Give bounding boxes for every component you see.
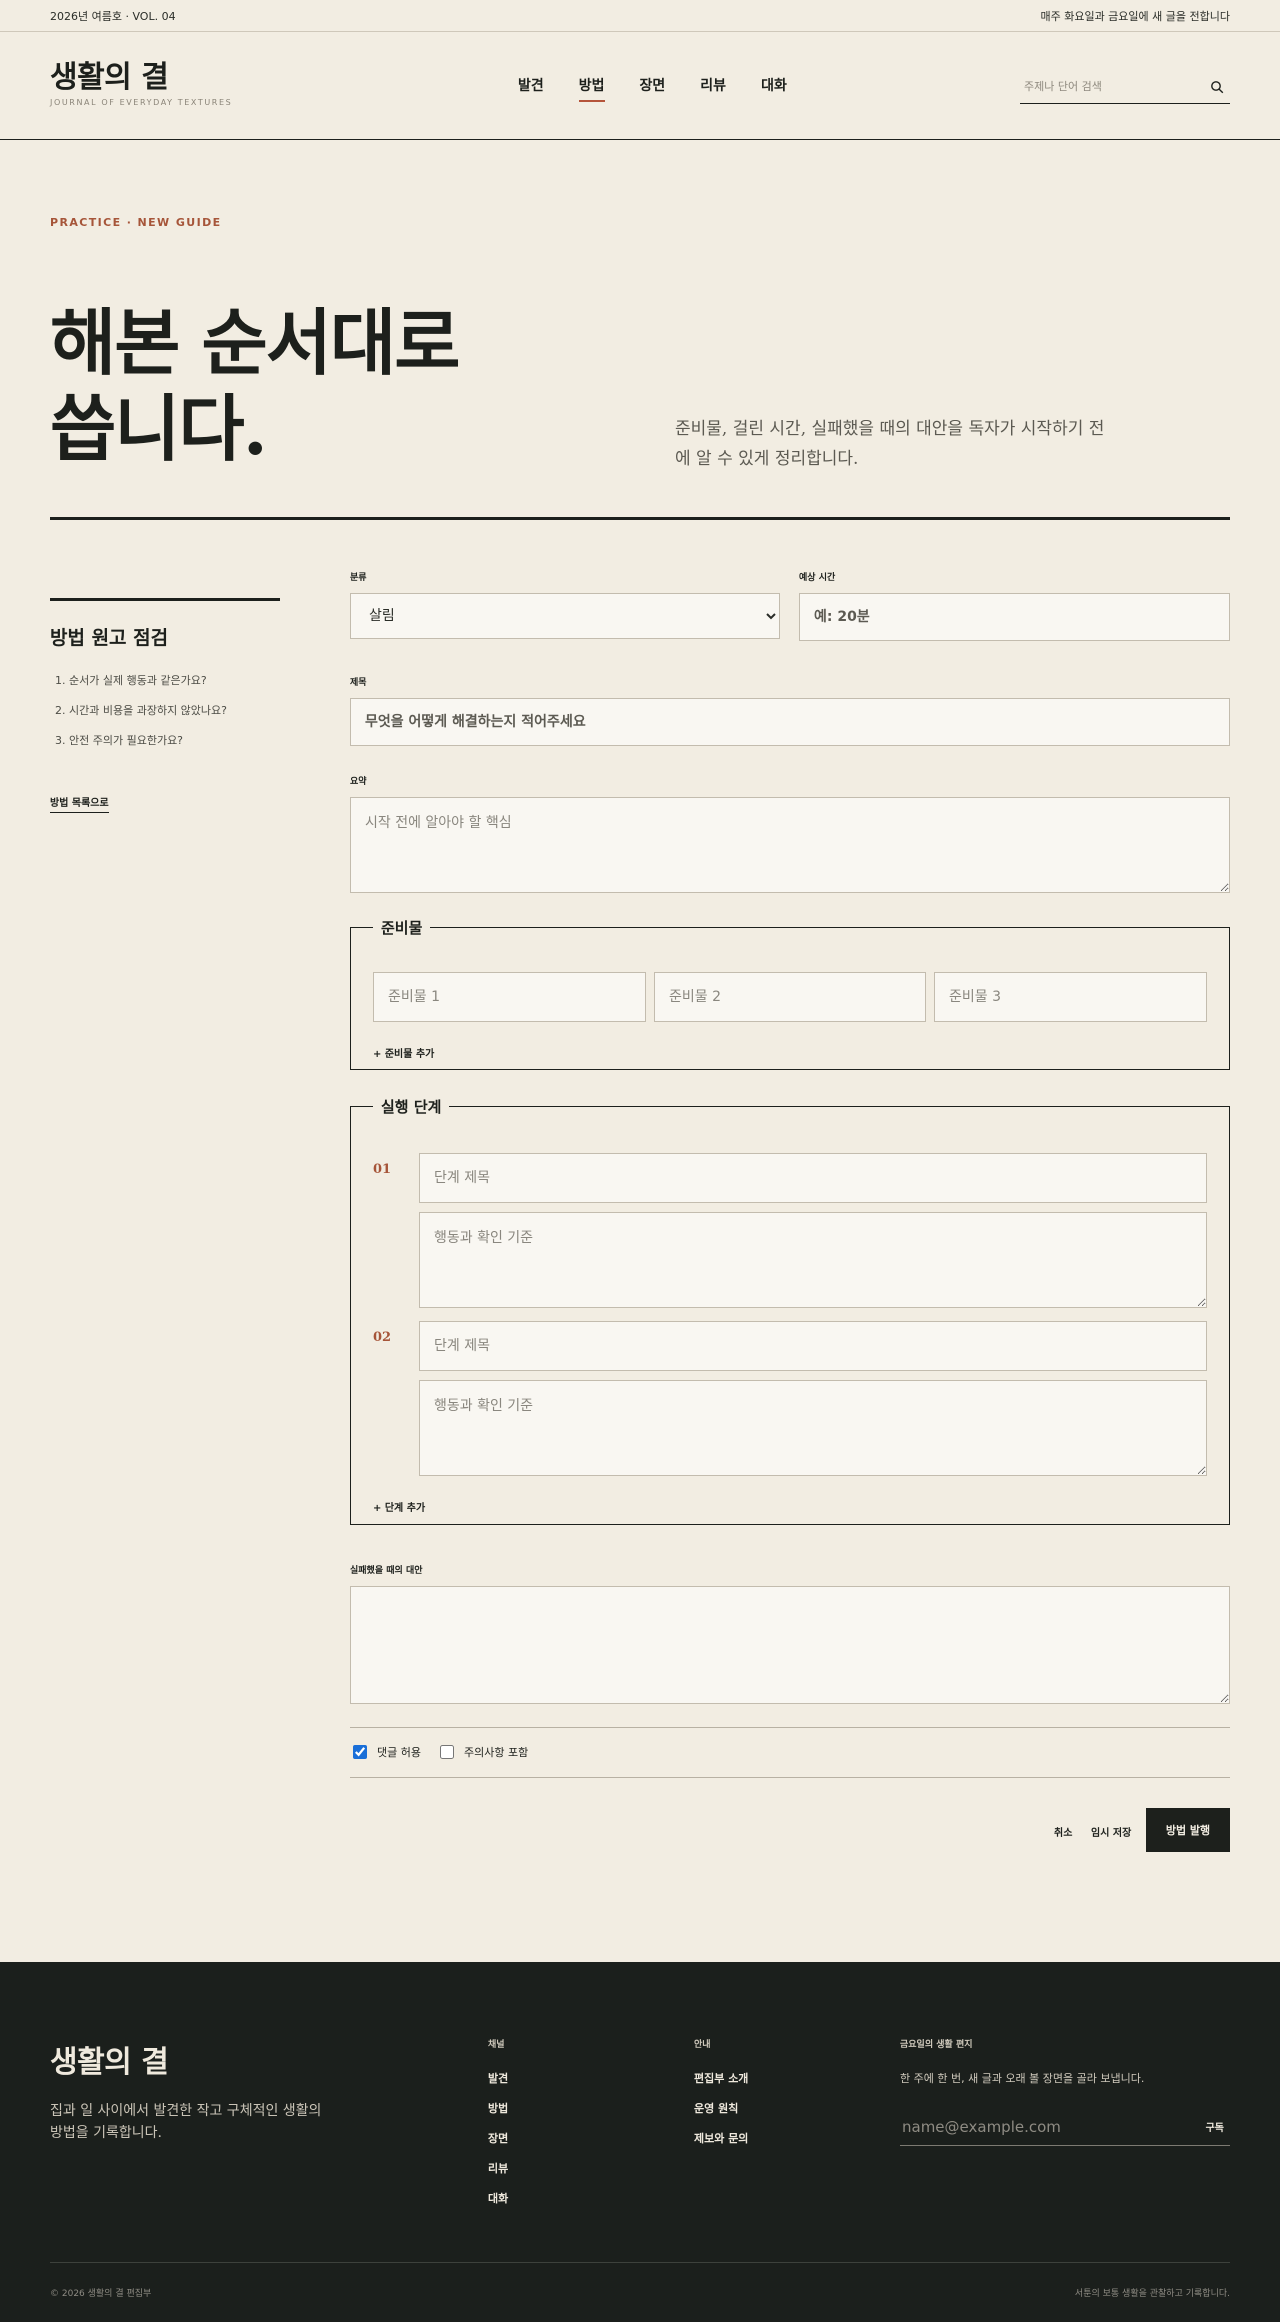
category-label: 분류 (350, 573, 367, 583)
fallback-label: 실패했을 때의 대안 (350, 1566, 423, 1576)
footer-link-method[interactable]: 방법 (488, 2100, 508, 2116)
step-title-input[interactable] (419, 1153, 1207, 1203)
schedule-label: 매주 화요일과 금요일에 새 글을 전합니다 (1040, 9, 1230, 23)
materials-fieldset: 준비물 + 준비물 추가 (350, 917, 1230, 1070)
summary-textarea[interactable] (350, 797, 1230, 893)
footer-channels: 채널 발견 방법 장면 리뷰 대화 (488, 2037, 508, 2220)
review-sidebar: 방법 원고 점검 1. 순서가 실제 행동과 같은가요? 2. 시간과 비용을 … (50, 598, 280, 813)
footer-link-about[interactable]: 편집부 소개 (694, 2070, 748, 2086)
add-material-button[interactable]: + 준비물 추가 (373, 1045, 434, 1060)
footer-description: 집과 일 사이에서 발견한 작고 구체적인 생활의 방법을 기록합니다. (50, 2103, 322, 2141)
search-icon[interactable] (1210, 80, 1224, 94)
checklist-item: 3. 안전 주의가 필요한가요? (55, 734, 184, 747)
time-input[interactable] (799, 593, 1230, 641)
fallback-textarea[interactable] (350, 1586, 1230, 1704)
footer-channels-heading: 채널 (488, 2040, 505, 2050)
allow-comments-checkbox[interactable] (353, 1745, 367, 1759)
main-nav: 발견 방법 장면 리뷰 대화 (518, 75, 787, 102)
footer-link-discover[interactable]: 발견 (488, 2070, 508, 2086)
footer-link-review[interactable]: 리뷰 (488, 2160, 508, 2176)
logo-subtitle: JOURNAL OF EVERYDAY TEXTURES (50, 98, 233, 107)
step-title-input[interactable] (419, 1321, 1207, 1371)
site-footer: 생활의 결 집과 일 사이에서 발견한 작고 구체적인 생활의 방법을 기록합니… (0, 1962, 1280, 2322)
save-draft-button[interactable]: 임시 저장 (1091, 1824, 1131, 1839)
nav-item-scene[interactable]: 장면 (640, 75, 666, 95)
add-step-button[interactable]: + 단계 추가 (373, 1499, 425, 1514)
back-to-list-link[interactable]: 방법 목록으로 (50, 794, 109, 813)
hero-eyebrow: PRACTICE · NEW GUIDE (50, 216, 222, 229)
nav-item-review[interactable]: 리뷰 (700, 75, 726, 95)
hero-title: 해본 순서대로 씁니다. (50, 300, 461, 472)
category-group: 분류 살림 (350, 570, 780, 639)
material-input-1[interactable] (373, 972, 646, 1022)
options-divider-bottom (350, 1777, 1230, 1778)
review-checklist: 1. 순서가 실제 행동과 같은가요? 2. 시간과 비용을 과장하지 않았나요… (55, 672, 280, 748)
allow-comments-label: 댓글 허용 (377, 1746, 421, 1759)
footer-info: 안내 편집부 소개 운영 원칙 제보와 문의 (694, 2037, 748, 2160)
material-input-2[interactable] (654, 972, 926, 1022)
hero-divider (50, 517, 1230, 520)
footer-copyright: © 2026 생활의 결 편집부 (50, 2289, 152, 2299)
issue-label: 2026년 여름호 · VOL. 04 (50, 9, 176, 23)
allow-comments-option[interactable]: 댓글 허용 (353, 1744, 421, 1760)
fallback-group: 실패했을 때의 대안 (350, 1563, 1230, 1704)
time-group: 예상 시간 (799, 570, 1230, 641)
newsletter-description: 한 주에 한 번, 새 글과 오래 볼 장면을 골라 보냅니다. (900, 2072, 1145, 2085)
summary-group: 요약 (350, 774, 1230, 893)
cancel-button[interactable]: 취소 (1054, 1824, 1072, 1839)
site-header: 생활의 결 JOURNAL OF EVERYDAY TEXTURES 발견 방법… (0, 32, 1280, 140)
step-number: 01 (373, 1162, 392, 1177)
nav-item-discover[interactable]: 발견 (518, 75, 544, 95)
search-input[interactable] (1020, 79, 1200, 94)
include-caution-label: 주의사항 포함 (464, 1746, 529, 1759)
sidebar-title: 방법 원고 점검 (50, 627, 169, 649)
subscribe-button[interactable]: 구독 (1206, 2119, 1224, 2134)
step-body-textarea[interactable] (419, 1380, 1207, 1476)
checklist-item: 2. 시간과 비용을 과장하지 않았나요? (55, 704, 227, 717)
time-label: 예상 시간 (799, 573, 836, 583)
include-caution-option[interactable]: 주의사항 포함 (440, 1744, 528, 1760)
newsletter-email-input[interactable] (900, 2117, 1150, 2136)
options-divider-top (350, 1727, 1230, 1728)
footer-link-scene[interactable]: 장면 (488, 2130, 508, 2146)
category-select[interactable]: 살림 (350, 593, 780, 639)
publish-button[interactable]: 방법 발행 (1146, 1808, 1230, 1852)
footer-link-principles[interactable]: 운영 원칙 (694, 2100, 748, 2116)
top-bar: 2026년 여름호 · VOL. 04 매주 화요일과 금요일에 새 글을 전합… (0, 0, 1280, 32)
title-input[interactable] (350, 698, 1230, 746)
footer-link-contact[interactable]: 제보와 문의 (694, 2130, 748, 2146)
title-group: 제목 (350, 675, 1230, 746)
footer-logo[interactable]: 생활의 결 (50, 2037, 169, 2081)
footer-link-talk[interactable]: 대화 (488, 2190, 508, 2206)
logo-title: 생활의 결 (50, 60, 169, 95)
newsletter-heading: 금요일의 생활 편지 (900, 2040, 973, 2050)
steps-legend: 실행 단계 (381, 1098, 442, 1116)
newsletter-signup: 금요일의 생활 편지 한 주에 한 번, 새 글과 오래 볼 장면을 골라 보냅… (900, 2037, 1230, 2146)
material-input-3[interactable] (934, 972, 1207, 1022)
search-box (1020, 70, 1230, 104)
hero-title-line2: 씁니다. (50, 386, 268, 471)
step-number: 02 (373, 1330, 392, 1345)
newsletter-form: 구독 (900, 2108, 1230, 2146)
logo[interactable]: 생활의 결 JOURNAL OF EVERYDAY TEXTURES (50, 60, 232, 107)
materials-legend: 준비물 (381, 919, 423, 937)
hero-description: 준비물, 걸린 시간, 실패했을 때의 대안을 독자가 시작하기 전에 알 수 … (675, 419, 1105, 469)
sidebar-divider (50, 598, 280, 601)
footer-divider (50, 2262, 1230, 2263)
include-caution-checkbox[interactable] (440, 1745, 454, 1759)
footer-info-heading: 안내 (694, 2040, 711, 2050)
steps-fieldset: 실행 단계 01 02 + 단계 추가 (350, 1096, 1230, 1525)
step-body-textarea[interactable] (419, 1212, 1207, 1308)
summary-label: 요약 (350, 777, 367, 787)
title-label: 제목 (350, 678, 367, 688)
checklist-item: 1. 순서가 실제 행동과 같은가요? (55, 674, 207, 687)
nav-item-talk[interactable]: 대화 (761, 75, 787, 95)
footer-note: 서툰의 보통 생활을 관찰하고 기록합니다. (1074, 2289, 1230, 2299)
hero-title-line1: 해본 순서대로 (50, 300, 461, 385)
nav-item-method[interactable]: 방법 (578, 75, 605, 102)
